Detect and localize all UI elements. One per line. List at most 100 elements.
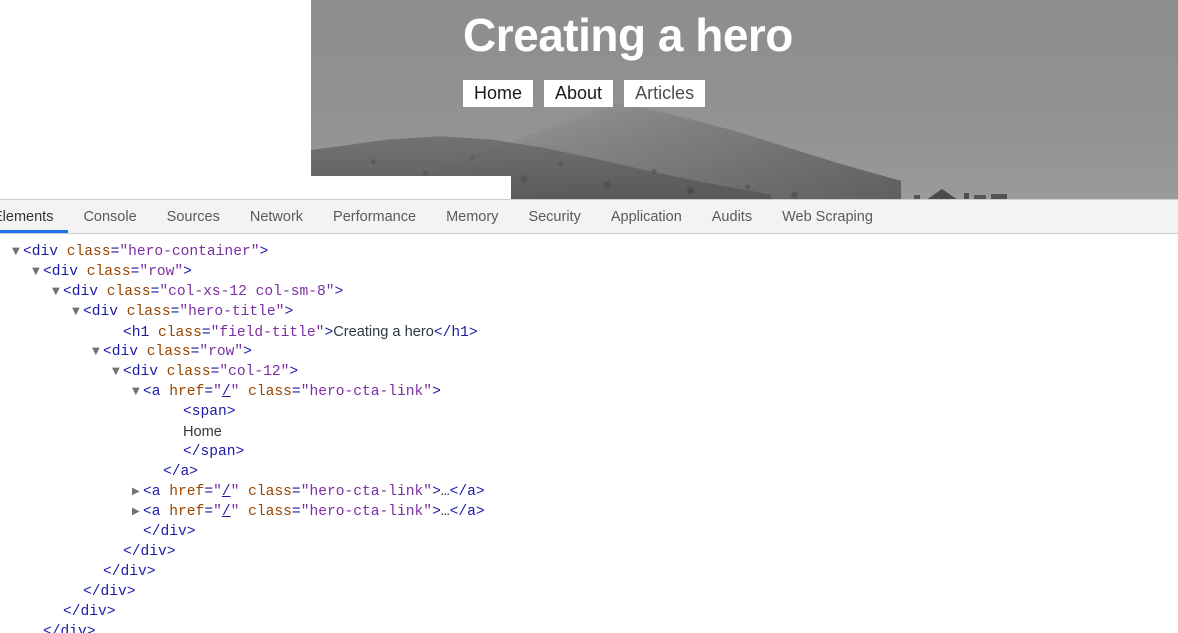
devtools-tab-audits[interactable]: Audits [697, 200, 767, 233]
dom-tag-name: <div [83, 304, 119, 320]
disclosure-triangle-open[interactable]: ▼ [72, 302, 83, 322]
dom-closing-tag: </a> [449, 504, 485, 520]
disclosure-triangle-open[interactable]: ▼ [12, 242, 23, 262]
dom-tree-line[interactable]: ▼<span> [0, 402, 1178, 422]
dom-attr-value-href[interactable]: / [222, 504, 231, 520]
dom-attr-name-href: href [160, 504, 205, 520]
dom-tag-close-bracket: > [243, 344, 252, 360]
dom-attr-value[interactable]: "row" [199, 344, 243, 360]
devtools-tab-label: Performance [333, 208, 417, 225]
devtools-tab-application[interactable]: Application [596, 200, 697, 233]
hero-cta-link-articles[interactable]: Articles [624, 80, 706, 107]
hero-cta-link-about[interactable]: About [544, 80, 614, 107]
dom-tree-line[interactable]: ▼</a> [0, 462, 1178, 482]
dom-attr-equals: = [291, 384, 301, 400]
devtools-tab-web-scraping[interactable]: Web Scraping [767, 200, 888, 233]
dom-attr-value[interactable]: "hero-cta-link" [301, 384, 432, 400]
disclosure-spacer: ▼ [132, 522, 143, 542]
dom-tree-line[interactable]: ▼</div> [0, 602, 1178, 622]
dom-tree-line[interactable]: ▼ <div class="hero-container"> [0, 242, 1178, 262]
dom-attr-name: class [138, 344, 191, 360]
dom-attr-value[interactable]: "hero-cta-link" [301, 484, 432, 500]
disclosure-triangle-open[interactable]: ▼ [32, 262, 43, 282]
dom-tag-name: <a [143, 484, 161, 500]
devtools-tab-memory[interactable]: Memory [431, 200, 513, 233]
disclosure-triangle-open[interactable]: ▼ [112, 362, 123, 382]
devtools-tab-network[interactable]: Network [235, 200, 318, 233]
dom-tag-name: <div [23, 244, 59, 260]
dom-text-node[interactable]: Home [183, 424, 222, 440]
disclosure-spacer: ▼ [172, 423, 183, 443]
dom-tag-close-bracket: > [324, 325, 334, 341]
dom-tree-line[interactable]: ▼</span> [0, 442, 1178, 462]
disclosure-triangle-closed[interactable]: ▶ [132, 482, 143, 502]
dom-attr-name: class [158, 364, 211, 380]
dom-tag-close-bracket: > [432, 484, 441, 500]
dom-tag-close-bracket: > [432, 384, 441, 400]
dom-attr-equals: = [204, 484, 214, 500]
dom-tree-line[interactable]: ▼</div> [0, 542, 1178, 562]
devtools-tab-security[interactable]: Security [513, 200, 595, 233]
devtools-tab-label: Application [610, 208, 682, 225]
dom-tree-line[interactable]: ▶ <a href="/" class="hero-cta-link">…</a> [0, 482, 1178, 502]
dom-collapsed-ellipsis[interactable]: … [441, 504, 450, 520]
hero-content: Creating a hero Home About Articles [311, 0, 1178, 200]
devtools-tab-label: Sources [166, 208, 220, 225]
dom-attr-quote: " [213, 384, 222, 400]
dom-attr-value[interactable]: "row" [139, 264, 183, 280]
dom-attr-name: class [98, 284, 151, 300]
dom-tag-close-bracket: > [432, 504, 441, 520]
dom-tag-close-bracket: > [226, 404, 236, 420]
dom-attr-value[interactable]: "col-12" [219, 364, 289, 380]
dom-attr-value[interactable]: "hero-cta-link" [301, 504, 432, 520]
dom-tree-line[interactable]: ▼</div> [0, 562, 1178, 582]
dom-tree-line[interactable]: ▼</div> [0, 522, 1178, 542]
dom-tree-line[interactable]: ▼ <div class="row"> [0, 262, 1178, 282]
dom-tree-view[interactable]: ▼ <div class="hero-container"> ▼ <div class… [0, 234, 1178, 633]
dom-tag-name: <a [143, 384, 161, 400]
devtools-tab-label: Memory [446, 208, 499, 225]
disclosure-triangle-open[interactable]: ▼ [52, 282, 63, 302]
dom-attr-value-href[interactable]: / [222, 384, 231, 400]
dom-tree-line[interactable]: ▼ <div class="col-12"> [0, 362, 1178, 382]
disclosure-triangle-open[interactable]: ▼ [92, 342, 103, 362]
devtools-tab-elements[interactable]: Elements [0, 200, 69, 233]
dom-closing-tag: </div> [83, 584, 136, 600]
dom-attr-value[interactable]: "hero-title" [179, 304, 284, 320]
devtools-tab-sources[interactable]: Sources [152, 200, 235, 233]
disclosure-spacer: ▼ [72, 582, 83, 602]
dom-attr-value[interactable]: "col-xs-12 col-sm-8" [159, 284, 334, 300]
dom-tree-line[interactable]: ▼<h1 class="field-title">Creating a hero… [0, 322, 1178, 342]
dom-attr-name: class [118, 304, 171, 320]
hero-cta-link-home[interactable]: Home [463, 80, 534, 107]
dom-tag-name: <div [123, 364, 159, 380]
dom-closing-tag: </div> [43, 624, 96, 633]
dom-attr-equals: = [291, 504, 301, 520]
dom-tag-close-bracket: > [334, 284, 344, 300]
dom-attr-name-href: href [160, 484, 205, 500]
dom-tree-line[interactable]: ▶ <a href="/" class="hero-cta-link">…</a> [0, 502, 1178, 522]
dom-tree-line[interactable]: ▼ <div class="hero-title"> [0, 302, 1178, 322]
devtools-tab-console[interactable]: Console [68, 200, 151, 233]
disclosure-triangle-closed[interactable]: ▶ [132, 502, 143, 522]
dom-tag-close-bracket: > [259, 244, 269, 260]
dom-attr-value[interactable]: "field-title" [211, 325, 325, 341]
dom-tree-line[interactable]: ▼ <div class="row"> [0, 342, 1178, 362]
dom-tree-line[interactable]: ▼ <a href="/" class="hero-cta-link"> [0, 382, 1178, 402]
dom-collapsed-ellipsis[interactable]: … [441, 484, 450, 500]
dom-text-node[interactable]: Creating a hero [333, 324, 434, 340]
dom-attr-value[interactable]: "hero-container" [119, 244, 259, 260]
hero-banner: Creating a hero Home About Articles [311, 0, 1178, 200]
dom-tree-line[interactable]: ▼Home [0, 422, 1178, 442]
dom-tree-line[interactable]: ▼ <div class="col-xs-12 col-sm-8"> [0, 282, 1178, 302]
devtools-tab-label: Network [249, 208, 304, 225]
disclosure-spacer: ▼ [172, 402, 183, 422]
dom-tree-line[interactable]: ▼</div> [0, 622, 1178, 633]
dom-attr-equals: = [291, 484, 301, 500]
dom-attr-value-href[interactable]: / [222, 484, 231, 500]
disclosure-spacer: ▼ [112, 323, 123, 343]
disclosure-spacer: ▼ [172, 442, 183, 462]
devtools-tab-performance[interactable]: Performance [318, 200, 431, 233]
disclosure-triangle-open[interactable]: ▼ [132, 382, 143, 402]
dom-tree-line[interactable]: ▼</div> [0, 582, 1178, 602]
